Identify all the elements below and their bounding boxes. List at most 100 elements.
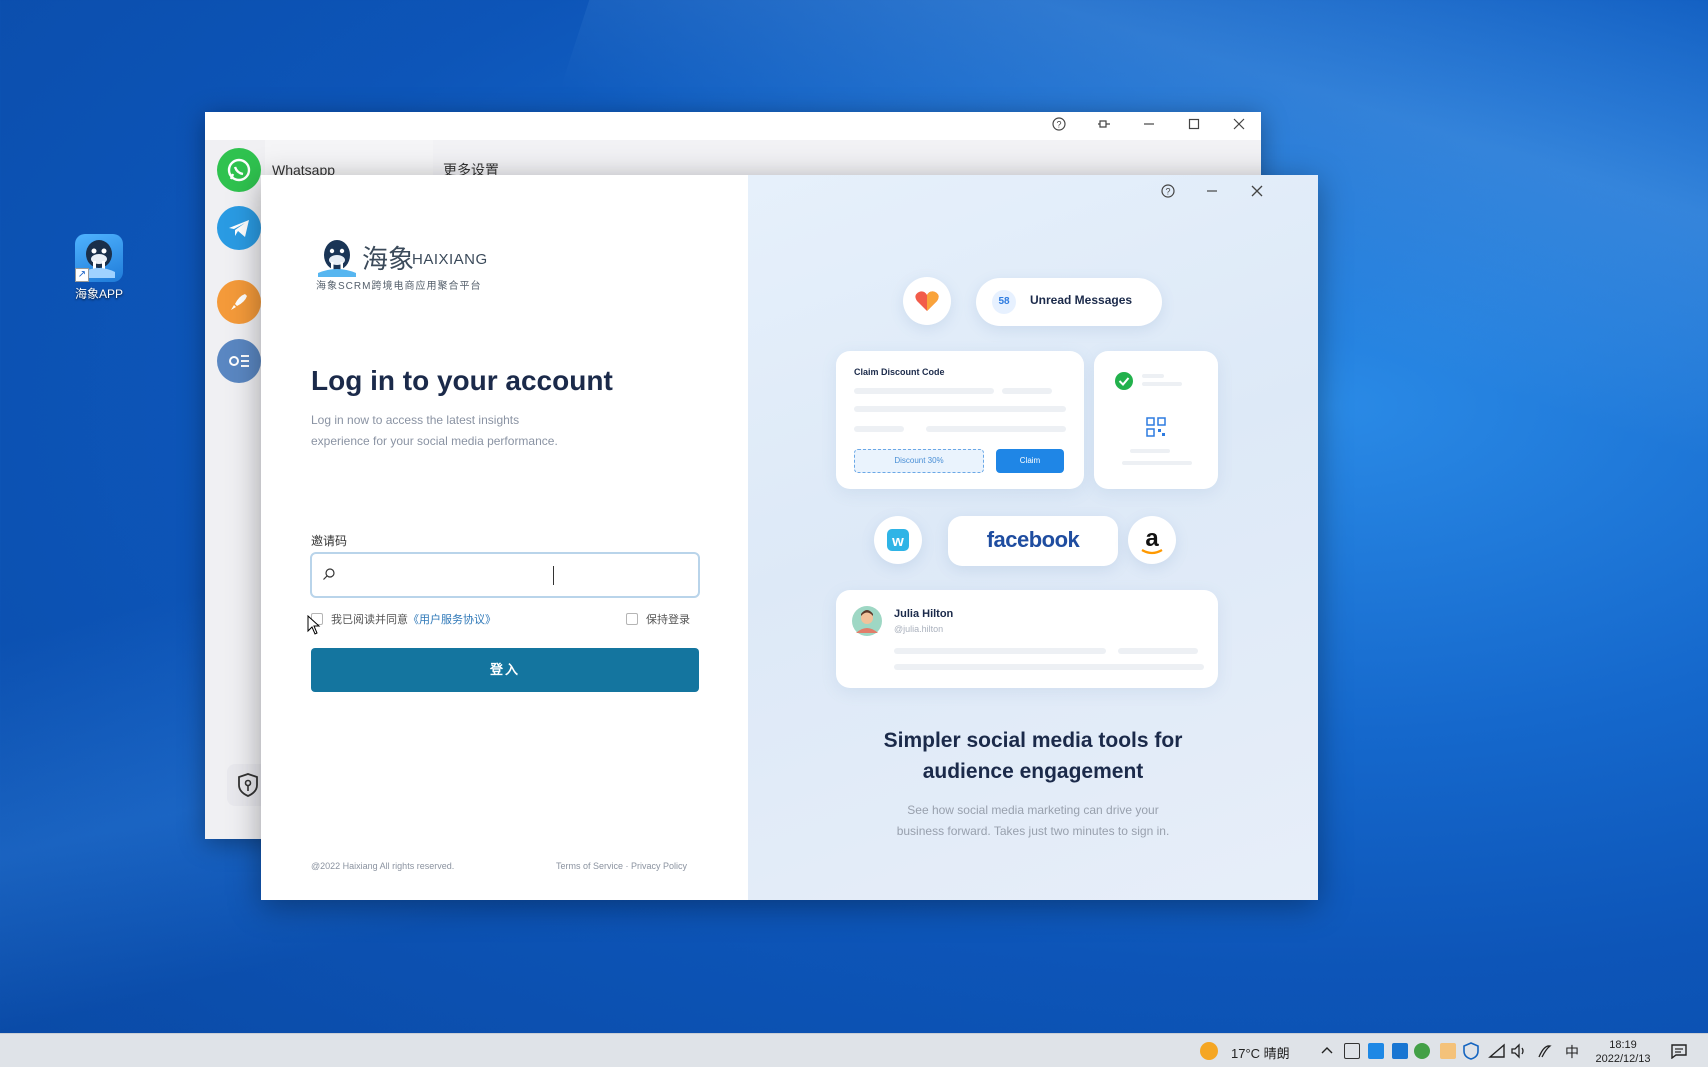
app-icon-rail [205, 140, 269, 839]
tray-app-icon[interactable] [1414, 1043, 1430, 1059]
placeholder-bar [1122, 461, 1192, 465]
claim-button: Claim [996, 449, 1064, 473]
placeholder-bar [1142, 382, 1182, 386]
claim-card-title: Claim Discount Code [854, 367, 945, 377]
user-handle: @julia.hilton [894, 624, 944, 634]
subtitle-line: experience for your social media perform… [311, 434, 558, 448]
weather-sun-icon[interactable] [1200, 1042, 1218, 1060]
qr-code-icon [1146, 417, 1166, 437]
tray-app-icon[interactable] [1440, 1043, 1456, 1059]
heart-app-icon [903, 277, 951, 325]
check-circle-icon [1115, 372, 1133, 390]
promo-title: Simpler social media tools for audience … [748, 725, 1318, 787]
placeholder-bar [926, 426, 1066, 432]
login-panel: 海象 HAIXIANG 海象SCRM跨境电商应用聚合平台 Log in to y… [261, 175, 748, 900]
avatar [852, 606, 882, 636]
footer-links[interactable]: Terms of Service · Privacy Policy [556, 861, 687, 871]
user-profile-card: Julia Hilton @julia.hilton [836, 590, 1218, 688]
login-button[interactable]: 登入 [311, 648, 699, 692]
wish-app-icon: w [874, 516, 922, 564]
ime-indicator[interactable]: 中 [1565, 1042, 1579, 1062]
invite-code-input[interactable] [346, 560, 686, 590]
placeholder-bar [1130, 449, 1170, 453]
taskbar: 17°C 晴朗 中 18:19 2022/12/13 [0, 1033, 1708, 1067]
clock[interactable]: 18:19 2022/12/13 [1583, 1038, 1663, 1066]
promo-panel: ? 58 Unread Messages Claim Discount Code… [748, 175, 1318, 900]
placeholder-bar [1002, 388, 1052, 394]
placeholder-bar [854, 406, 1066, 412]
invite-code-label: 邀请码 [311, 534, 348, 548]
logo-chinese-text: 海象 [362, 245, 415, 275]
placeholder-bar [894, 664, 1204, 670]
settings-icon[interactable] [217, 339, 261, 383]
promo-subtitle-line: See how social media marketing can drive… [907, 803, 1159, 817]
tray-app-icon[interactable] [1344, 1043, 1360, 1059]
invite-code-field[interactable] [310, 552, 700, 598]
placeholder-bar [854, 426, 904, 432]
notification-icon[interactable] [1670, 1043, 1688, 1059]
close-icon[interactable] [1228, 116, 1250, 136]
walrus-logo-icon [318, 240, 356, 277]
promo-title-line: audience engagement [922, 760, 1144, 783]
amazon-letter: a [1145, 525, 1159, 552]
qr-check-card [1094, 351, 1218, 489]
whatsapp-icon[interactable] [217, 148, 261, 192]
keep-login-label: 保持登录 [646, 614, 690, 626]
facebook-logo-text: facebook [986, 527, 1080, 552]
unread-count-badge: 58 [992, 290, 1016, 314]
discount-code-chip: Discount 30% [854, 449, 984, 473]
desktop-icon-label: 海象APP [74, 287, 123, 301]
footer-copyright: @2022 Haixiang All rights reserved. [311, 861, 455, 871]
placeholder-bar [854, 388, 994, 394]
promo-subtitle-line: business forward. Takes just two minutes… [896, 824, 1170, 838]
shortcut-arrow-icon: ↗ [75, 268, 89, 282]
shield-icon[interactable] [1463, 1042, 1479, 1060]
help-icon[interactable]: ? [1156, 181, 1180, 205]
chevron-up-icon[interactable] [1320, 1044, 1334, 1058]
telegram-icon[interactable] [217, 206, 261, 250]
agree-text: 我已阅读并同意 [331, 614, 408, 626]
user-agreement-link[interactable]: 《用户服务协议》 [408, 611, 496, 627]
claim-discount-card: Claim Discount Code Discount 30% Claim [836, 351, 1084, 489]
facebook-pill: facebook [948, 516, 1118, 566]
minimize-icon[interactable] [1138, 116, 1160, 136]
desktop-shortcut-haixiang[interactable]: ↗ 海象APP [66, 234, 132, 302]
user-name: Julia Hilton [894, 608, 954, 620]
clock-time: 18:19 [1609, 1039, 1637, 1051]
help-icon[interactable]: ? [1048, 116, 1070, 136]
pin-icon[interactable] [1093, 116, 1115, 136]
keep-login-row: 保持登录 [626, 611, 690, 627]
svg-text:?: ? [1056, 120, 1061, 130]
logo-tagline: 海象SCRM跨境电商应用聚合平台 [316, 281, 482, 292]
unread-messages-pill: 58 Unread Messages [976, 278, 1162, 326]
tray-app-icon[interactable] [1368, 1043, 1384, 1059]
clock-date: 2022/12/13 [1595, 1053, 1651, 1065]
haixiang-logo: 海象 HAIXIANG 海象SCRM跨境电商应用聚合平台 [316, 237, 506, 297]
pen-icon[interactable] [1536, 1043, 1554, 1059]
placeholder-bar [894, 648, 1106, 654]
content-header-bar [433, 140, 1261, 178]
promo-subtitle: See how social media marketing can drive… [748, 800, 1318, 842]
page-subtitle: Log in now to access the latest insights… [311, 410, 611, 452]
logo-english-text: HAIXIANG [412, 251, 488, 268]
walrus-app-icon: ↗ [75, 234, 123, 282]
login-dialog: 海象 HAIXIANG 海象SCRM跨境电商应用聚合平台 Log in to y… [261, 175, 1318, 900]
promo-title-line: Simpler social media tools for [883, 729, 1183, 752]
maximize-icon[interactable] [1183, 116, 1205, 136]
agreement-row: 我已阅读并同意 《用户服务协议》 [311, 611, 496, 627]
keep-login-checkbox[interactable] [626, 613, 638, 625]
svg-text:?: ? [1165, 187, 1170, 197]
rocket-icon[interactable] [217, 280, 261, 324]
volume-icon[interactable] [1510, 1043, 1528, 1059]
mouse-cursor-icon [307, 615, 321, 635]
tray-app-icon[interactable] [1392, 1043, 1408, 1059]
close-icon[interactable] [1245, 181, 1269, 205]
placeholder-bar [1118, 648, 1198, 654]
text-caret [553, 566, 554, 585]
wifi-icon[interactable] [1488, 1043, 1506, 1059]
weather-text[interactable]: 17°C 晴朗 [1231, 1043, 1290, 1062]
minimize-icon[interactable] [1200, 181, 1224, 205]
subtitle-line: Log in now to access the latest insights [311, 413, 520, 427]
wish-letter: w [891, 533, 904, 550]
window-titlebar: ? [205, 112, 1261, 140]
